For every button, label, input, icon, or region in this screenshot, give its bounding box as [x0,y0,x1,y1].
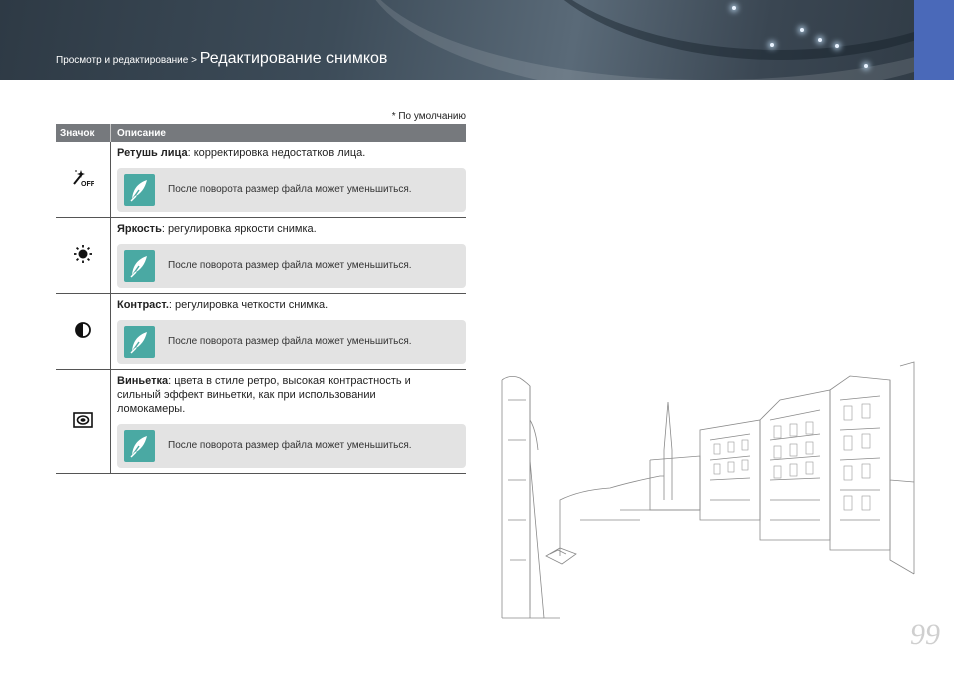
description-cell: Виньетка: цвета в стиле ретро, высокая к… [110,369,466,474]
description-cell: Контраст.: регулировка четкости снимка. … [110,293,466,370]
header-sparkle [732,6,736,10]
breadcrumb-section[interactable]: Просмотр и редактирование > [56,55,200,66]
term-description: : регулировка яркости снимка. [161,223,317,235]
description-cell: Ретушь лица: корректировка недостатков л… [110,142,466,218]
note-pen-icon [124,250,155,282]
term-label: Яркость [117,223,162,235]
description-text: Ретушь лица: корректировка недостатков л… [117,146,466,160]
term-label: Ретушь лица [117,147,188,159]
description-text: Виньетка: цвета в стиле ретро, высокая к… [117,374,437,416]
table-header-row: Значок Описание [56,124,466,142]
note-box: После поворота размер файла может уменьш… [117,168,466,212]
icon-cell [56,217,111,294]
page-title: Редактирование снимков [199,50,388,67]
note-text: После поворота размер файла может уменьш… [168,336,412,347]
icon-cell: OFF [56,142,111,218]
table-row: Яркость: регулировка яркости снимка. Пос… [56,217,466,294]
vignette-icon [73,412,93,428]
header-sparkle [818,38,822,42]
city-sketch-illustration [501,361,915,619]
header-sparkle [770,43,774,47]
breadcrumb: Просмотр и редактирование > Редактирован… [56,50,387,68]
chapter-tab [914,0,954,80]
table-row: Контраст.: регулировка четкости снимка. … [56,293,466,370]
options-table: Значок Описание OFF Ретушь лица: коррект… [56,124,466,474]
contrast-icon [75,322,91,338]
header-sparkle [800,28,804,32]
icon-cell [56,293,111,370]
term-description: : регулировка четкости снимка. [168,299,329,311]
page-number: 99 [910,618,940,651]
brightness-icon [74,245,92,263]
default-footnote: * По умолчанию [391,111,466,122]
term-label: Контраст. [117,299,169,311]
table-row: OFF Ретушь лица: корректировка недостатк… [56,142,466,218]
note-box: После поворота размер файла может уменьш… [117,320,466,364]
note-box: После поворота размер файла может уменьш… [117,244,466,288]
note-text: После поворота размер файла может уменьш… [168,440,412,451]
column-header-description: Описание [110,124,466,142]
note-pen-icon [124,430,155,462]
header-sparkle [835,44,839,48]
note-text: После поворота размер файла может уменьш… [168,260,412,271]
note-pen-icon [124,174,155,206]
description-text: Яркость: регулировка яркости снимка. [117,222,466,236]
face-retouch-off-icon: OFF [73,170,96,188]
page-header: Просмотр и редактирование > Редактирован… [0,0,954,80]
note-pen-icon [124,326,155,358]
description-text: Контраст.: регулировка четкости снимка. [117,298,466,312]
icon-cell [56,369,111,474]
term-description: : корректировка недостатков лица. [187,147,366,159]
column-header-icon: Значок [56,124,111,142]
note-text: После поворота размер файла может уменьш… [168,184,412,195]
term-label: Виньетка [117,375,169,387]
description-cell: Яркость: регулировка яркости снимка. Пос… [110,217,466,294]
svg-text:OFF: OFF [81,181,94,188]
table-row: Виньетка: цвета в стиле ретро, высокая к… [56,369,466,474]
header-sparkle [864,64,868,68]
note-box: После поворота размер файла может уменьш… [117,424,466,468]
